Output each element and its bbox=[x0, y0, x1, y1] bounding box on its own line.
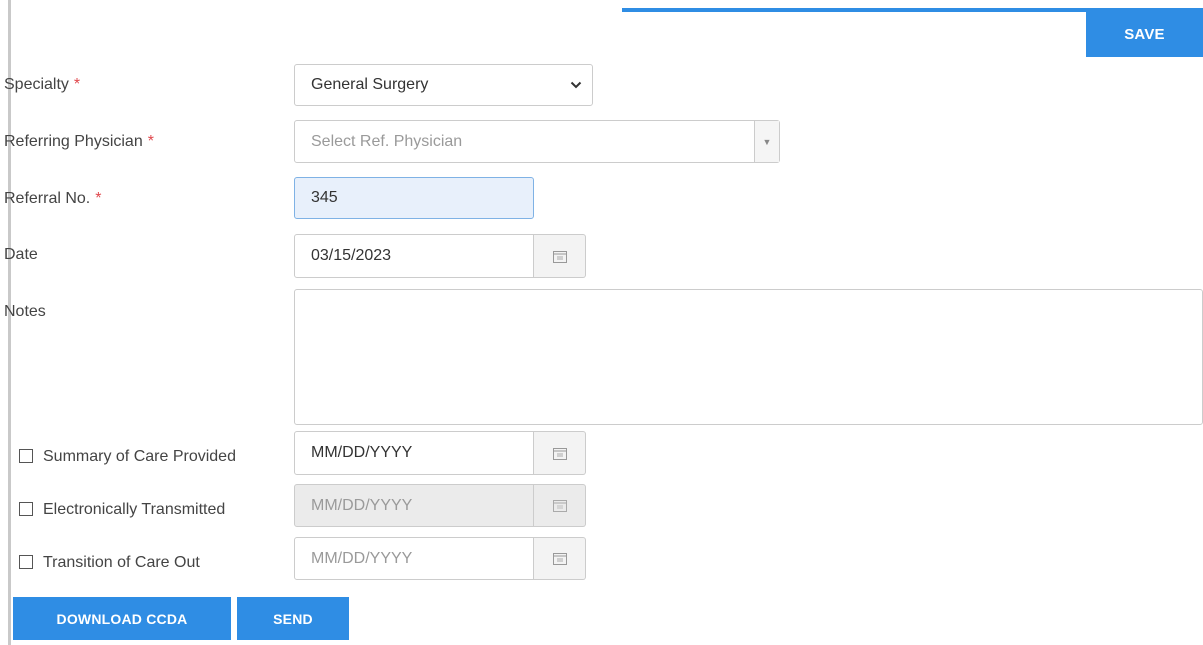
referral-no-label: Referral No. * bbox=[4, 190, 101, 208]
date-label: Date bbox=[4, 246, 38, 264]
referring-physician-label-text: Referring Physician bbox=[4, 133, 143, 150]
transition-of-care-date-input[interactable]: MM/DD/YYYY bbox=[294, 537, 534, 580]
summary-of-care-label: Summary of Care Provided bbox=[43, 448, 236, 466]
notes-textarea[interactable] bbox=[294, 289, 1203, 425]
calendar-icon bbox=[552, 553, 567, 565]
transition-of-care-label-text: Transition of Care Out bbox=[43, 554, 200, 571]
transition-of-care-label: Transition of Care Out bbox=[43, 554, 200, 572]
send-button[interactable]: SEND bbox=[237, 597, 349, 640]
chevron-down-icon bbox=[570, 81, 582, 89]
notes-label-text: Notes bbox=[4, 303, 46, 320]
specialty-label-text: Specialty bbox=[4, 76, 69, 93]
calendar-icon bbox=[552, 447, 567, 460]
summary-of-care-date-placeholder: MM/DD/YYYY bbox=[311, 444, 413, 461]
calendar-icon bbox=[552, 250, 567, 263]
caret-down-icon[interactable]: ▼ bbox=[754, 121, 779, 162]
date-input[interactable]: 03/15/2023 bbox=[294, 234, 534, 278]
summary-of-care-calendar-button[interactable] bbox=[534, 431, 586, 475]
specialty-select[interactable]: General Surgery bbox=[294, 64, 593, 106]
calendar-icon bbox=[552, 500, 567, 512]
notes-label: Notes bbox=[4, 303, 46, 321]
required-marker: * bbox=[95, 190, 102, 207]
referral-form-page: SAVE Specialty * General Surgery Referrin… bbox=[0, 0, 1203, 645]
specialty-label: Specialty * bbox=[4, 76, 80, 94]
electronically-transmitted-calendar-button bbox=[534, 484, 586, 527]
referring-physician-placeholder: Select Ref. Physician bbox=[311, 132, 463, 150]
referring-physician-select[interactable]: Select Ref. Physician ▼ bbox=[294, 120, 780, 163]
summary-of-care-checkbox[interactable] bbox=[19, 449, 33, 463]
specialty-select-value: General Surgery bbox=[311, 76, 429, 93]
summary-of-care-date-input[interactable]: MM/DD/YYYY bbox=[294, 431, 534, 475]
electronically-transmitted-date-placeholder: MM/DD/YYYY bbox=[311, 496, 413, 514]
electronically-transmitted-date-input: MM/DD/YYYY bbox=[294, 484, 534, 527]
save-button[interactable]: SAVE bbox=[1086, 12, 1203, 57]
left-divider bbox=[8, 0, 11, 645]
transition-of-care-date-placeholder: MM/DD/YYYY bbox=[311, 549, 413, 567]
electronically-transmitted-label: Electronically Transmitted bbox=[43, 501, 225, 519]
required-marker: * bbox=[73, 76, 81, 93]
referring-physician-label: Referring Physician * bbox=[4, 133, 154, 151]
date-value: 03/15/2023 bbox=[311, 247, 392, 264]
electronically-transmitted-checkbox[interactable] bbox=[19, 502, 33, 516]
transition-of-care-checkbox[interactable] bbox=[19, 555, 33, 569]
transition-of-care-calendar-button[interactable] bbox=[534, 537, 586, 580]
summary-of-care-label-text: Summary of Care Provided bbox=[43, 448, 236, 465]
download-ccda-button[interactable]: DOWNLOAD CCDA bbox=[13, 597, 231, 640]
electronically-transmitted-label-text: Electronically Transmitted bbox=[43, 501, 226, 518]
date-calendar-button[interactable] bbox=[534, 234, 586, 278]
date-label-text: Date bbox=[4, 246, 38, 263]
referral-no-input[interactable]: 345 bbox=[294, 177, 534, 219]
required-marker: * bbox=[147, 133, 154, 150]
referral-no-label-text: Referral No. bbox=[4, 190, 91, 207]
referral-no-value: 345 bbox=[311, 189, 338, 206]
